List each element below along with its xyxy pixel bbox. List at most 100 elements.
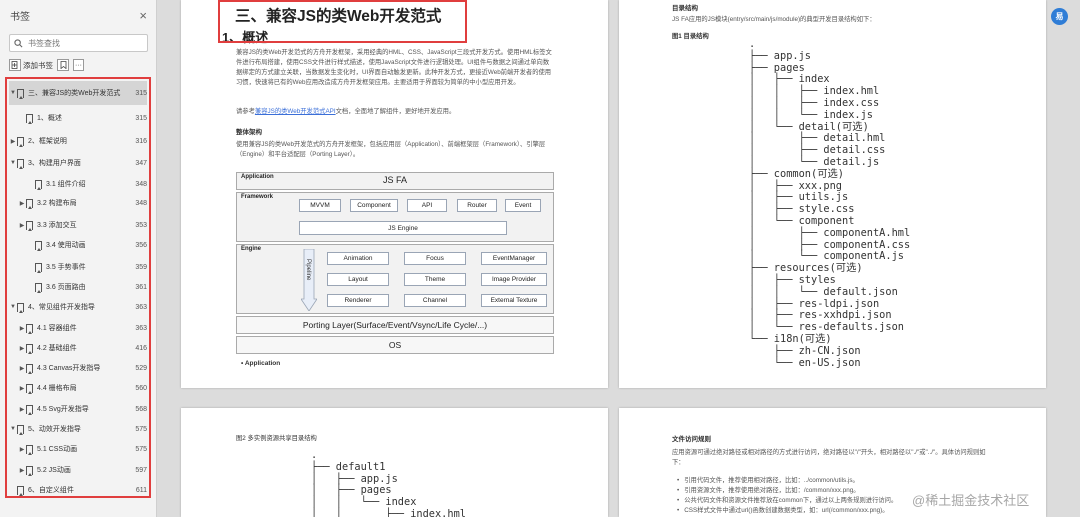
engine-module-box: External Texture [481,294,547,307]
bookmark-icon [17,158,24,169]
bookmark-icon [26,198,33,209]
expand-caret-icon[interactable]: ▼ [9,160,17,166]
bookmark-item[interactable]: ▶ 4.4 栅格布局 560 [9,381,147,395]
bookmark-item[interactable]: 6、自定义组件 611 [9,483,147,497]
architecture-heading: 整体架构 [236,129,262,136]
bookmark-page-number: 316 [135,137,147,145]
bookmark-icon [17,88,24,99]
bookmark-icon [35,262,42,273]
bookmark-item[interactable]: ▶ 4.2 基础组件 416 [9,341,147,355]
bookmark-page-number: 575 [135,445,147,453]
file-access-heading: 文件访问规则 [672,436,711,443]
bookmark-label: 4.3 Canvas开发指导 [37,364,101,372]
bookmark-label: 2、框架说明 [28,137,67,145]
framework-module-box: API [407,199,447,212]
api-doc-link[interactable]: 兼容JS的类Web开发范式API [255,108,336,115]
expand-caret-icon[interactable]: ▼ [9,426,17,432]
engine-module-box: Channel [404,294,466,307]
bookmark-page-number: 348 [135,199,147,207]
bookmark-page-number: 597 [135,466,147,474]
collapse-caret-icon[interactable]: ▶ [18,200,26,207]
bookmark-label: 5.1 CSS动画 [37,445,78,453]
directory-heading: 目录结构 [672,5,698,12]
bookmark-item[interactable]: ▼ 4、常见组件开发指导 363 [9,300,147,314]
application-layer: Application JS FA [236,172,554,190]
collapse-caret-icon[interactable]: ▶ [9,138,17,145]
bookmark-page-number: 575 [135,425,147,433]
collapse-caret-icon[interactable]: ▶ [18,345,26,352]
bookmark-label: 5.2 JS动画 [37,466,71,474]
bookmark-item[interactable]: 3.4 使用动画 356 [9,238,147,252]
translate-icon[interactable]: 易 [1051,8,1068,25]
bookmark-item[interactable]: ▼ 3、构建用户界面 347 [9,156,147,170]
bookmark-page-number: 416 [135,344,147,352]
bookmark-icon [35,179,42,190]
bookmark-item[interactable]: ▶ 4.1 容器组件 363 [9,321,147,335]
add-bookmark-label: 添加书签 [23,60,53,70]
architecture-paragraph: 使用兼容JS的类Web开发范式的方舟开发框架，包括应用层（Application… [236,141,546,158]
expand-caret-icon[interactable]: ▼ [9,90,17,96]
collapse-caret-icon[interactable]: ▶ [18,467,26,474]
bookmark-label: 6、自定义组件 [28,486,74,494]
bookmark-item[interactable]: ▶ 4.3 Canvas开发指导 529 [9,361,147,375]
bookmark-item[interactable]: ▶ 5.2 JS动画 597 [9,463,147,477]
collapse-caret-icon[interactable]: ▶ [18,406,26,413]
collapse-caret-icon[interactable]: ▶ [18,222,26,229]
bookmark-icon [26,113,33,124]
bookmark-item[interactable]: ▶ 4.5 Svg开发指导 568 [9,402,147,416]
bookmark-item[interactable]: ▼ 三、兼容JS的类Web开发范式 315 [9,81,147,105]
framework-module-box: Router [457,199,497,212]
bookmark-item[interactable]: 1、概述 315 [9,111,147,125]
watermark: @稀土掘金技术社区 [912,493,1030,508]
engine-module-box: EventManager [481,252,547,265]
bookmark-page-number: 353 [135,221,147,229]
bookmark-item[interactable]: ▼ 5、动效开发指导 575 [9,422,147,436]
engine-module-box: Focus [404,252,466,265]
bookmark-label: 3.4 使用动画 [46,241,86,249]
rule-item: 引用代码文件，推荐使用相对路径，比如：../common/utils.js。 [677,476,897,486]
bookmark-label: 4.2 基础组件 [37,344,77,352]
bookmark-search-input[interactable] [28,38,128,48]
porting-layer: Porting Layer(Surface/Event/Vsync/Life C… [236,316,554,334]
bookmark-page-number: 315 [135,89,147,97]
directory-intro: JS FA应用的JS模块(entry/src/main/js/module)的典… [672,16,876,23]
bookmark-item[interactable]: 3.6 页面路由 361 [9,280,147,294]
collapse-caret-icon[interactable]: ▶ [18,385,26,392]
bookmark-icon [17,136,24,147]
bookmark-item[interactable]: ▶ 2、框架说明 316 [9,134,147,148]
rule-item: CSS样式文件中通过url()函数创建数据类型，如：url(/common/xx… [677,506,897,516]
directory-tree: . ├── default1 │ ├── app.js │ ├── pages … [311,449,466,517]
collapse-caret-icon[interactable]: ▶ [18,365,26,372]
bookmark-item[interactable]: 3.5 手势事件 359 [9,260,147,274]
more-options-button[interactable]: ··· [73,59,84,71]
bookmark-item[interactable]: 3.1 组件介绍 348 [9,177,147,191]
bookmark-icon [26,444,33,455]
close-icon[interactable]: × [139,8,147,23]
bookmark-icon [26,363,33,374]
bookmark-page-number: 315 [135,114,147,122]
directory-tree: . ├── app.js ├── pages │ ├── index │ │ ├… [749,38,911,369]
bookmark-label: 3、构建用户界面 [28,159,81,167]
sidebar-title: 书签 [10,11,30,23]
bookmark-item[interactable]: ▶ 3.2 构建布局 348 [9,196,147,210]
bookmark-icon [35,282,42,293]
engine-module-box: Layout [327,273,389,286]
bookmark-item[interactable]: ▶ 3.3 添加交互 353 [9,218,147,232]
bookmark-page-number: 359 [135,263,147,271]
add-bookmark-icon [9,59,21,71]
bookmark-icon [26,383,33,394]
bookmark-item[interactable]: ▶ 5.1 CSS动画 575 [9,442,147,456]
bookmark-search-box[interactable] [9,34,148,52]
bookmark-icon[interactable] [57,59,69,71]
expand-caret-icon[interactable]: ▼ [9,304,17,310]
rule-item: 引用资源文件，推荐使用绝对路径，比如：/common/xxx.png。 [677,486,897,496]
file-access-rules: 引用代码文件，推荐使用相对路径，比如：../common/utils.js。引用… [677,476,897,516]
rule-item: 公共代码文件和资源文件推荐放在common下，通过以上两条规则进行访问。 [677,496,897,506]
sidebar-header: 书签 × [0,0,156,30]
collapse-caret-icon[interactable]: ▶ [18,446,26,453]
add-bookmark-button[interactable]: 添加书签 [9,59,53,71]
bookmark-page-number: 611 [135,486,147,494]
bookmark-label: 3.5 手势事件 [46,263,86,271]
document-page-3: 图2 多实例资源共享目录结构 . ├── default1 │ ├── app.… [181,408,608,517]
collapse-caret-icon[interactable]: ▶ [18,325,26,332]
